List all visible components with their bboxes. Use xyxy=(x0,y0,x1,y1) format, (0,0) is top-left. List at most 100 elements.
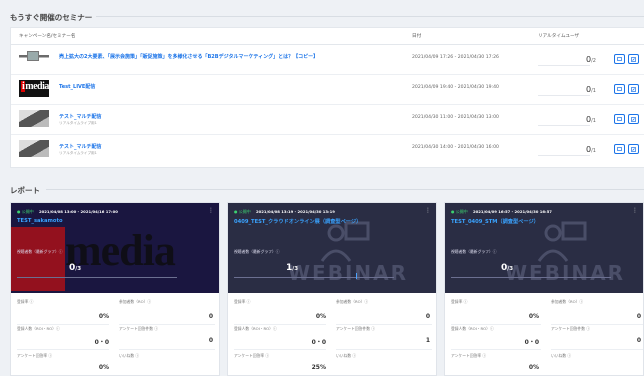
monitor-icon xyxy=(617,86,622,91)
seminar-title-link[interactable]: テスト_マルチ配信 xyxy=(59,113,102,120)
stat-value: 0% xyxy=(98,364,109,371)
seminars-panel: キャンペーン名/セミナー名 日付 リアルタイムユーザ 売上拡大の2大要素、「展示… xyxy=(10,27,644,168)
stat-label: 参加者数（RO）ⓘ xyxy=(336,299,369,304)
seminar-date: 2021/04/30 14:00 - 2021/04/30 16:00 xyxy=(412,145,499,150)
divider xyxy=(451,324,541,325)
stat-label: いいね数 ⓘ xyxy=(336,353,357,358)
presenter-icon xyxy=(537,221,587,262)
live-user-count: 0/2 xyxy=(586,55,596,64)
report-card[interactable]: WEBINAR ● 公開中 2021/04/09 16:57 - 2021/04… xyxy=(444,202,644,376)
stat-label: いいね数 ⓘ xyxy=(551,353,572,358)
monitor-button[interactable] xyxy=(614,114,625,124)
seminar-row[interactable]: テスト_マルチ配信 リアルタイムライブ用1 2021/04/30 14:00 -… xyxy=(11,135,644,165)
seminar-thumbnail xyxy=(19,50,49,67)
seminar-row[interactable]: imedia Test_LIVE配信 2021/04/09 19:40 - 20… xyxy=(11,75,644,105)
status-badge: ● 公開中 xyxy=(451,209,468,214)
report-thumbnail: WEBINAR ● 公開中 2021/04/09 16:57 - 2021/04… xyxy=(445,203,643,293)
viewer-bar xyxy=(451,277,611,278)
seminar-subtitle: リアルタイムライブ用1 xyxy=(59,151,97,155)
report-thumbnail: WEBINAR ● 公開中 2021/04/08 13:19 - 2021/04… xyxy=(228,203,436,293)
stat-value: 0・0 xyxy=(311,339,326,346)
presenter-icon xyxy=(320,221,370,262)
viewer-bar xyxy=(17,277,177,278)
viewer-label: 視聴者数（最新グラフ）ⓘ xyxy=(451,249,497,254)
status-badge: ● 公開中 xyxy=(234,209,251,214)
seminar-title-link[interactable]: 売上拡大の2大要素、「展示会施策」「販促施策」を多様化させる「B2Bデジタルマー… xyxy=(59,53,318,60)
divider xyxy=(336,349,432,350)
monitor-button[interactable] xyxy=(614,144,625,154)
report-date: 2021/04/09 16:57 - 2021/04/30 16:57 xyxy=(473,209,552,214)
divider xyxy=(451,349,541,350)
edit-button[interactable] xyxy=(628,114,639,124)
live-user-bar xyxy=(538,65,590,66)
viewer-count: 0/3 xyxy=(69,263,82,273)
edit-icon xyxy=(631,116,636,122)
monitor-button[interactable] xyxy=(614,54,625,64)
header-datetime: 日付 xyxy=(412,34,422,39)
monitor-icon xyxy=(617,116,622,121)
stat-label: アンケート回答率 ⓘ xyxy=(451,353,487,358)
webinar-text: WEBINAR xyxy=(505,261,626,285)
seminar-thumbnail xyxy=(19,110,49,127)
more-menu-icon[interactable]: ⋮ xyxy=(425,207,431,214)
report-card[interactable]: media ● 公開中 2021/04/08 13:00 - 2021/04/1… xyxy=(10,202,220,376)
viewer-bar xyxy=(234,277,394,278)
stat-label: 登録率 ⓘ xyxy=(17,299,34,304)
viewer-label: 視聴者数（最新グラフ）ⓘ xyxy=(234,249,280,254)
seminar-subtitle: リアルタイムライブ用1 xyxy=(59,121,97,125)
divider xyxy=(336,324,432,325)
monitor-icon xyxy=(617,56,622,61)
divider xyxy=(551,349,643,350)
report-title-link[interactable]: 0409_TEST_クラウドオンライン展（調査型ページ） xyxy=(234,218,361,225)
divider xyxy=(119,324,215,325)
report-date: 2021/04/08 13:00 - 2021/04/16 17:00 xyxy=(39,209,118,214)
monitor-button[interactable] xyxy=(614,84,625,94)
more-menu-icon[interactable]: ⋮ xyxy=(632,207,638,214)
stat-label: 参加者数（RO）ⓘ xyxy=(119,299,152,304)
stat-value: 0% xyxy=(528,313,539,320)
stat-value: 0・0 xyxy=(524,339,539,346)
stat-label: 登録人数（ROI・RO）ⓘ xyxy=(234,326,277,331)
seminar-date: 2021/04/09 19:40 - 2021/04/30 19:40 xyxy=(412,85,499,90)
seminar-title-link[interactable]: Test_LIVE配信 xyxy=(59,83,95,90)
divider xyxy=(119,349,215,350)
stat-label: アンケート回答件数 ⓘ xyxy=(551,326,591,331)
divider xyxy=(96,16,644,17)
viewer-count: 1/3 xyxy=(286,263,299,273)
monitor-icon xyxy=(617,146,622,151)
stat-value: 25% xyxy=(311,364,326,371)
viewer-label: 視聴者数（最新グラフ）ⓘ xyxy=(17,249,63,254)
more-menu-icon[interactable]: ⋮ xyxy=(208,207,214,214)
stat-value: 0・0 xyxy=(94,339,109,346)
seminar-thumbnail: imedia xyxy=(19,80,49,97)
edit-button[interactable] xyxy=(628,54,639,64)
edit-icon xyxy=(631,146,636,152)
stat-value: 0 xyxy=(636,337,641,344)
report-title-link[interactable]: TEST_sakamoto xyxy=(17,218,63,224)
report-thumbnail: media ● 公開中 2021/04/08 13:00 - 2021/04/1… xyxy=(11,203,219,293)
stat-value: 0% xyxy=(315,313,326,320)
seminar-row[interactable]: テスト_マルチ配信 リアルタイムライブ用1 2021/04/30 11:00 -… xyxy=(11,105,644,135)
live-user-bar xyxy=(538,95,590,96)
stat-label: アンケート回答率 ⓘ xyxy=(234,353,270,358)
header-campaign: キャンペーン名/セミナー名 xyxy=(19,34,76,39)
status-badge: ● 公開中 xyxy=(17,209,34,214)
stat-label: 参加者数（RO）ⓘ xyxy=(551,299,584,304)
viewer-bar-marker xyxy=(356,273,357,279)
header-live-users: リアルタイムユーザ xyxy=(538,34,580,39)
seminar-thumbnail xyxy=(19,140,49,157)
report-title-link[interactable]: TEST_0409_STM（調査型ページ） xyxy=(451,218,539,225)
report-card[interactable]: WEBINAR ● 公開中 2021/04/08 13:19 - 2021/04… xyxy=(227,202,437,376)
seminar-title-link[interactable]: テスト_マルチ配信 xyxy=(59,143,102,150)
stat-label: 登録人数（ROI・RO）ⓘ xyxy=(451,326,494,331)
report-date: 2021/04/08 13:19 - 2021/04/30 13:19 xyxy=(256,209,335,214)
seminar-row[interactable]: 売上拡大の2大要素、「展示会施策」「販促施策」を多様化させる「B2Bデジタルマー… xyxy=(11,45,644,75)
stat-label: 登録率 ⓘ xyxy=(234,299,251,304)
divider xyxy=(17,324,109,325)
stat-value: 1 xyxy=(425,337,430,344)
stat-value: 0 xyxy=(425,313,430,320)
edit-button[interactable] xyxy=(628,84,639,94)
divider xyxy=(17,349,109,350)
edit-button[interactable] xyxy=(628,144,639,154)
media-logo xyxy=(11,227,65,291)
